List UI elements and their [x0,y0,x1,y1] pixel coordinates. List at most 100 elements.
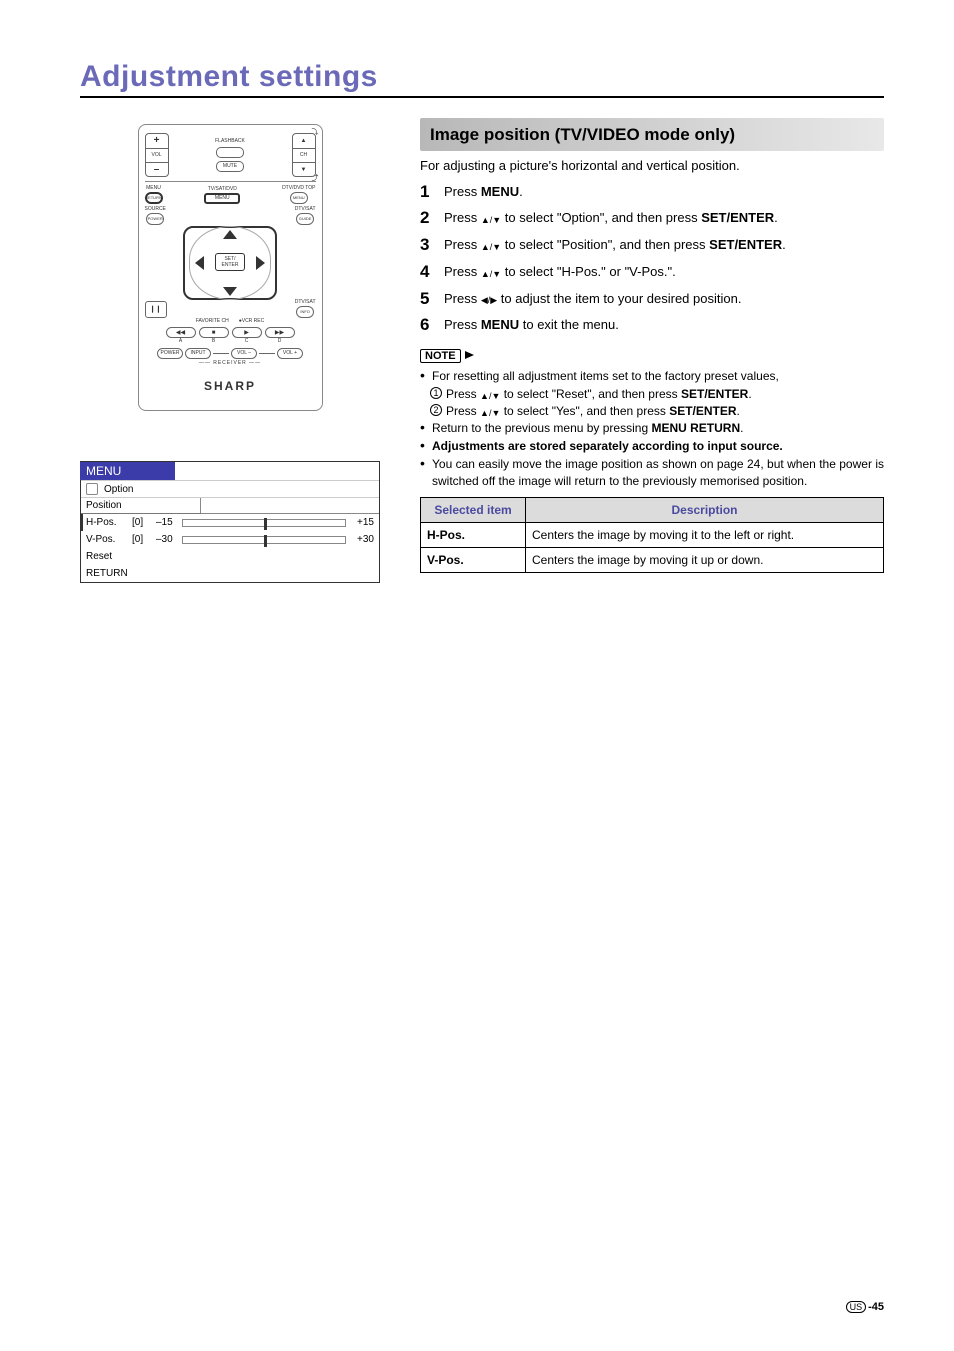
ch-label: CH [293,148,315,162]
menu-button: MENU [204,193,240,204]
description-table: Selected item Description H-Pos. Centers… [420,497,884,573]
ff-button: ▶▶ [265,327,295,338]
hpos-min: –15 [156,517,178,528]
menu-header: MENU [80,462,175,480]
up-down-icon [481,237,501,255]
dpad-up-icon [223,230,237,239]
receiver-label: —— RECEIVER —— [145,361,316,366]
label-c: C [232,339,262,344]
step-number: 2 [420,209,434,228]
dpad-down-icon [223,287,237,296]
up-down-icon [481,264,501,282]
note-item: You can easily move the image position a… [420,456,884,488]
page-number: -45 [868,1301,884,1313]
return-button: RETURN [145,192,163,204]
dtvsat-label: DTV/SAT [295,207,316,212]
step-number: 6 [420,316,434,335]
osd-menu-panel: MENU Option Position H-Pos. [0] [80,461,380,583]
flashback-button [216,147,244,158]
page-footer: US-45 [846,1301,884,1313]
flashback-label: FLASHBACK [215,139,245,144]
note-sub-2: 2 Press to select "Yes", and then press … [420,403,884,420]
vol-label: VOL [146,148,168,162]
table-cell-item: H-Pos. [421,522,526,547]
vpos-min: –30 [156,534,178,545]
circled-1-icon: 1 [430,387,442,399]
reset-row: Reset [81,548,379,565]
position-label: Position [81,498,201,514]
receiver-input-button: INPUT [185,348,211,359]
steps-list: 1 Press MENU. 2 Press to select "Option"… [420,183,884,335]
note-item: Return to the previous menu by pressing … [420,420,884,436]
rewind-button: ◀◀ [166,327,196,338]
option-icon [86,483,98,495]
note-label: NOTE [420,349,461,363]
region-badge: US [846,1301,867,1313]
hpos-name: H-Pos. [86,517,128,528]
pause-button: ❙❙ [145,301,167,318]
ch-down-button: ▼ [293,162,315,176]
table-cell-desc: Centers the image by moving it up or dow… [526,547,884,572]
label-a: A [166,339,196,344]
left-right-icon [481,290,497,308]
note-item: Adjustments are stored separately accord… [420,438,884,454]
power-button: POWER [146,213,164,225]
menu-option-row: Option [81,480,379,498]
intro-text: For adjusting a picture's horizontal and… [420,157,884,175]
hpos-row: H-Pos. [0] –15 +15 [80,514,379,531]
step-2: 2 Press to select "Option", and then pre… [420,209,884,228]
ch-up-button: ▲ [293,134,315,148]
receiver-volp-button: VOL + [277,348,303,359]
step-4: 4 Press to select "H-Pos." or "V-Pos.". [420,263,884,282]
dpad-left-icon [195,256,204,270]
up-down-icon [480,387,500,403]
top-menu-button: MENU [290,192,308,204]
note-arrow-icon [465,351,474,359]
table-header-item: Selected item [421,497,526,522]
table-row: V-Pos. Centers the image by moving it up… [421,547,884,572]
info-button: INFO [296,306,314,318]
remote-control-diagram: ⤵ + VOL – FLASHBACK MUTE [138,124,323,411]
vpos-max: +30 [350,534,374,545]
hpos-value: [0] [132,517,152,528]
dtvsat2-label: DTV/SAT [295,300,316,305]
vol-up-button: + [146,134,168,148]
mute-button: MUTE [216,161,244,172]
table-cell-item: V-Pos. [421,547,526,572]
table-cell-desc: Centers the image by moving it to the le… [526,522,884,547]
play-button: ▶ [232,327,262,338]
vpos-value: [0] [132,534,152,545]
favorite-label: FAVORITE CH [196,319,229,324]
set-enter-button: SET/ ENTER [215,253,245,271]
up-down-icon [481,210,501,228]
table-header-desc: Description [526,497,884,522]
step-number: 1 [420,183,434,202]
tvsatdvd-label: TV/SAT/DVD [208,187,237,192]
step-3: 3 Press to select "Position", and then p… [420,236,884,255]
step-number: 3 [420,236,434,255]
notes-block: For resetting all adjustment items set t… [420,368,884,489]
up-down-icon [480,404,500,420]
dpad: SET/ ENTER [185,228,275,298]
dtvdvdtop-label: DTV/DVD TOP [282,186,315,191]
step-5: 5 Press to adjust the item to your desir… [420,290,884,309]
note-sub-1: 1 Press to select "Reset", and then pres… [420,386,884,403]
return-row: RETURN [81,565,379,582]
guide-button: GUIDE [296,213,314,225]
circled-2-icon: 2 [430,404,442,416]
stop-button: ■ [199,327,229,338]
label-d: D [265,339,295,344]
dpad-right-icon [256,256,265,270]
brand-logo: SHARP [145,380,316,392]
page-title: Adjustment settings [80,60,884,98]
vcrrec-label: ●VCR REC [239,319,265,324]
vpos-slider [182,536,346,544]
vol-down-button: – [146,162,168,176]
vpos-row: V-Pos. [0] –30 +30 [81,531,379,548]
section-heading: Image position (TV/VIDEO mode only) [420,118,884,151]
source-label: SOURCE [145,207,166,212]
receiver-volm-button: VOL – [231,348,257,359]
step-1: 1 Press MENU. [420,183,884,202]
step-number: 4 [420,263,434,282]
table-row: H-Pos. Centers the image by moving it to… [421,522,884,547]
